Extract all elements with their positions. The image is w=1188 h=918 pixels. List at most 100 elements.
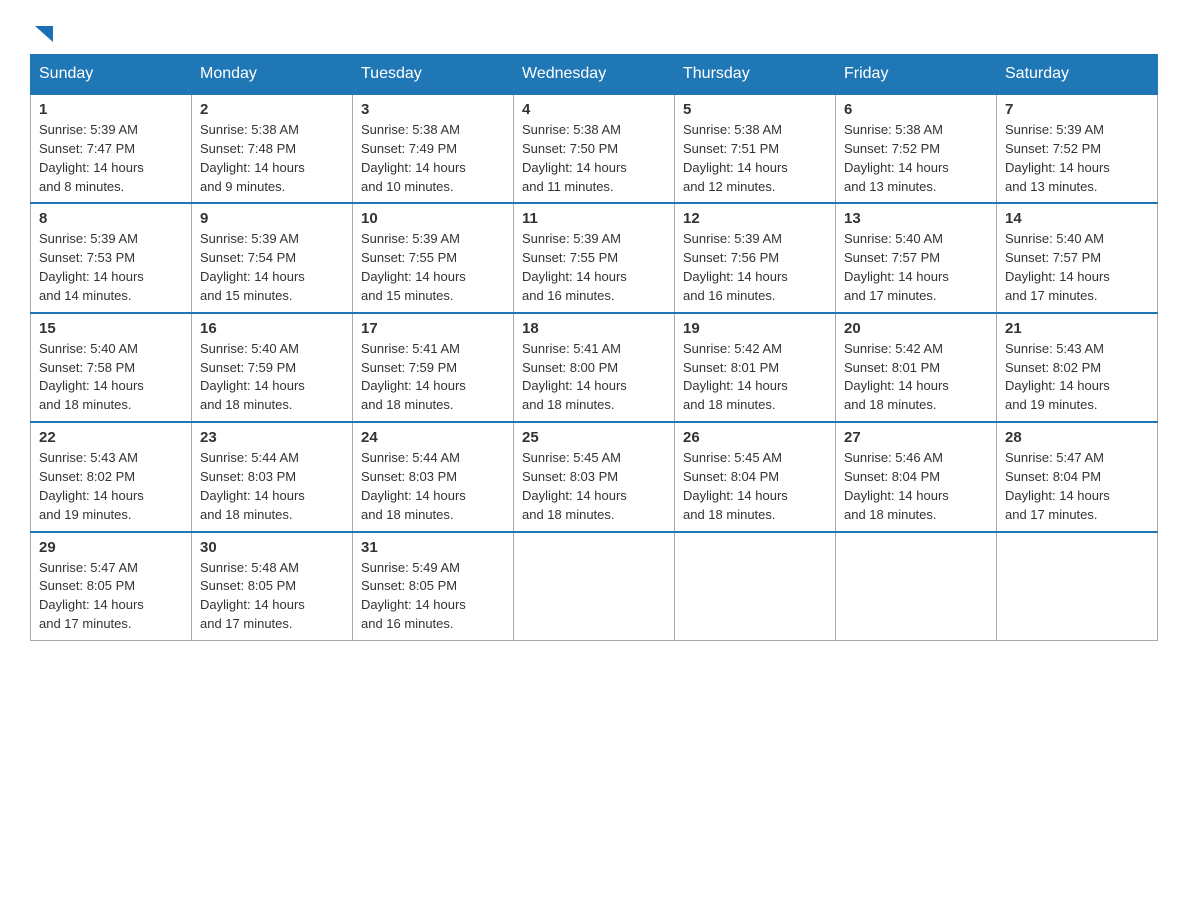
day-info: Sunrise: 5:42 AMSunset: 8:01 PMDaylight:… [844, 340, 988, 415]
day-info: Sunrise: 5:39 AMSunset: 7:47 PMDaylight:… [39, 121, 183, 196]
day-number: 5 [683, 101, 827, 118]
calendar-week-row: 1 Sunrise: 5:39 AMSunset: 7:47 PMDayligh… [31, 94, 1158, 203]
calendar-cell: 31 Sunrise: 5:49 AMSunset: 8:05 PMDaylig… [353, 532, 514, 641]
day-info: Sunrise: 5:39 AMSunset: 7:56 PMDaylight:… [683, 230, 827, 305]
calendar-cell: 20 Sunrise: 5:42 AMSunset: 8:01 PMDaylig… [836, 313, 997, 422]
calendar-cell: 27 Sunrise: 5:46 AMSunset: 8:04 PMDaylig… [836, 422, 997, 531]
day-number: 4 [522, 101, 666, 118]
calendar-cell: 23 Sunrise: 5:44 AMSunset: 8:03 PMDaylig… [192, 422, 353, 531]
day-info: Sunrise: 5:44 AMSunset: 8:03 PMDaylight:… [361, 449, 505, 524]
calendar-cell: 17 Sunrise: 5:41 AMSunset: 7:59 PMDaylig… [353, 313, 514, 422]
calendar-cell: 5 Sunrise: 5:38 AMSunset: 7:51 PMDayligh… [675, 94, 836, 203]
calendar-cell: 9 Sunrise: 5:39 AMSunset: 7:54 PMDayligh… [192, 203, 353, 312]
calendar-cell: 15 Sunrise: 5:40 AMSunset: 7:58 PMDaylig… [31, 313, 192, 422]
calendar-cell [514, 532, 675, 641]
weekday-header-sunday: Sunday [31, 55, 192, 95]
day-info: Sunrise: 5:40 AMSunset: 7:57 PMDaylight:… [844, 230, 988, 305]
calendar-week-row: 15 Sunrise: 5:40 AMSunset: 7:58 PMDaylig… [31, 313, 1158, 422]
calendar-cell: 30 Sunrise: 5:48 AMSunset: 8:05 PMDaylig… [192, 532, 353, 641]
day-info: Sunrise: 5:38 AMSunset: 7:48 PMDaylight:… [200, 121, 344, 196]
day-info: Sunrise: 5:41 AMSunset: 8:00 PMDaylight:… [522, 340, 666, 415]
day-number: 14 [1005, 210, 1149, 227]
calendar-week-row: 22 Sunrise: 5:43 AMSunset: 8:02 PMDaylig… [31, 422, 1158, 531]
day-number: 16 [200, 320, 344, 337]
day-info: Sunrise: 5:41 AMSunset: 7:59 PMDaylight:… [361, 340, 505, 415]
calendar-cell: 2 Sunrise: 5:38 AMSunset: 7:48 PMDayligh… [192, 94, 353, 203]
day-number: 6 [844, 101, 988, 118]
day-number: 11 [522, 210, 666, 227]
calendar-cell: 1 Sunrise: 5:39 AMSunset: 7:47 PMDayligh… [31, 94, 192, 203]
calendar-cell: 12 Sunrise: 5:39 AMSunset: 7:56 PMDaylig… [675, 203, 836, 312]
day-number: 24 [361, 429, 505, 446]
day-number: 2 [200, 101, 344, 118]
calendar-cell: 28 Sunrise: 5:47 AMSunset: 8:04 PMDaylig… [997, 422, 1158, 531]
day-info: Sunrise: 5:40 AMSunset: 7:57 PMDaylight:… [1005, 230, 1149, 305]
calendar-cell: 29 Sunrise: 5:47 AMSunset: 8:05 PMDaylig… [31, 532, 192, 641]
calendar-week-row: 29 Sunrise: 5:47 AMSunset: 8:05 PMDaylig… [31, 532, 1158, 641]
day-info: Sunrise: 5:38 AMSunset: 7:52 PMDaylight:… [844, 121, 988, 196]
day-info: Sunrise: 5:49 AMSunset: 8:05 PMDaylight:… [361, 559, 505, 634]
day-number: 28 [1005, 429, 1149, 446]
day-info: Sunrise: 5:39 AMSunset: 7:55 PMDaylight:… [361, 230, 505, 305]
calendar-cell: 3 Sunrise: 5:38 AMSunset: 7:49 PMDayligh… [353, 94, 514, 203]
calendar-cell: 6 Sunrise: 5:38 AMSunset: 7:52 PMDayligh… [836, 94, 997, 203]
calendar-cell [836, 532, 997, 641]
calendar-table: SundayMondayTuesdayWednesdayThursdayFrid… [30, 54, 1158, 641]
weekday-header-tuesday: Tuesday [353, 55, 514, 95]
day-info: Sunrise: 5:47 AMSunset: 8:05 PMDaylight:… [39, 559, 183, 634]
day-info: Sunrise: 5:44 AMSunset: 8:03 PMDaylight:… [200, 449, 344, 524]
day-number: 29 [39, 539, 183, 556]
calendar-cell [997, 532, 1158, 641]
day-info: Sunrise: 5:39 AMSunset: 7:52 PMDaylight:… [1005, 121, 1149, 196]
weekday-header-thursday: Thursday [675, 55, 836, 95]
calendar-cell: 26 Sunrise: 5:45 AMSunset: 8:04 PMDaylig… [675, 422, 836, 531]
day-number: 19 [683, 320, 827, 337]
day-number: 13 [844, 210, 988, 227]
day-number: 27 [844, 429, 988, 446]
day-info: Sunrise: 5:45 AMSunset: 8:03 PMDaylight:… [522, 449, 666, 524]
day-number: 22 [39, 429, 183, 446]
day-number: 18 [522, 320, 666, 337]
day-info: Sunrise: 5:38 AMSunset: 7:51 PMDaylight:… [683, 121, 827, 196]
calendar-week-row: 8 Sunrise: 5:39 AMSunset: 7:53 PMDayligh… [31, 203, 1158, 312]
calendar-cell: 22 Sunrise: 5:43 AMSunset: 8:02 PMDaylig… [31, 422, 192, 531]
day-info: Sunrise: 5:40 AMSunset: 7:58 PMDaylight:… [39, 340, 183, 415]
day-number: 1 [39, 101, 183, 118]
day-info: Sunrise: 5:42 AMSunset: 8:01 PMDaylight:… [683, 340, 827, 415]
calendar-cell [675, 532, 836, 641]
day-number: 25 [522, 429, 666, 446]
calendar-cell: 13 Sunrise: 5:40 AMSunset: 7:57 PMDaylig… [836, 203, 997, 312]
weekday-header-friday: Friday [836, 55, 997, 95]
day-number: 8 [39, 210, 183, 227]
day-number: 31 [361, 539, 505, 556]
day-info: Sunrise: 5:47 AMSunset: 8:04 PMDaylight:… [1005, 449, 1149, 524]
logo [30, 20, 55, 44]
day-number: 30 [200, 539, 344, 556]
day-number: 23 [200, 429, 344, 446]
calendar-cell: 10 Sunrise: 5:39 AMSunset: 7:55 PMDaylig… [353, 203, 514, 312]
day-number: 17 [361, 320, 505, 337]
day-info: Sunrise: 5:46 AMSunset: 8:04 PMDaylight:… [844, 449, 988, 524]
calendar-cell: 7 Sunrise: 5:39 AMSunset: 7:52 PMDayligh… [997, 94, 1158, 203]
calendar-cell: 16 Sunrise: 5:40 AMSunset: 7:59 PMDaylig… [192, 313, 353, 422]
day-number: 12 [683, 210, 827, 227]
weekday-header-saturday: Saturday [997, 55, 1158, 95]
day-number: 3 [361, 101, 505, 118]
day-number: 20 [844, 320, 988, 337]
day-info: Sunrise: 5:43 AMSunset: 8:02 PMDaylight:… [39, 449, 183, 524]
day-info: Sunrise: 5:39 AMSunset: 7:54 PMDaylight:… [200, 230, 344, 305]
day-number: 15 [39, 320, 183, 337]
logo-triangle-icon [33, 22, 55, 44]
day-number: 7 [1005, 101, 1149, 118]
day-info: Sunrise: 5:38 AMSunset: 7:50 PMDaylight:… [522, 121, 666, 196]
day-number: 9 [200, 210, 344, 227]
day-info: Sunrise: 5:48 AMSunset: 8:05 PMDaylight:… [200, 559, 344, 634]
day-info: Sunrise: 5:39 AMSunset: 7:53 PMDaylight:… [39, 230, 183, 305]
day-number: 26 [683, 429, 827, 446]
weekday-header-monday: Monday [192, 55, 353, 95]
page-header [30, 20, 1158, 44]
calendar-cell: 14 Sunrise: 5:40 AMSunset: 7:57 PMDaylig… [997, 203, 1158, 312]
calendar-cell: 4 Sunrise: 5:38 AMSunset: 7:50 PMDayligh… [514, 94, 675, 203]
day-number: 10 [361, 210, 505, 227]
day-info: Sunrise: 5:39 AMSunset: 7:55 PMDaylight:… [522, 230, 666, 305]
